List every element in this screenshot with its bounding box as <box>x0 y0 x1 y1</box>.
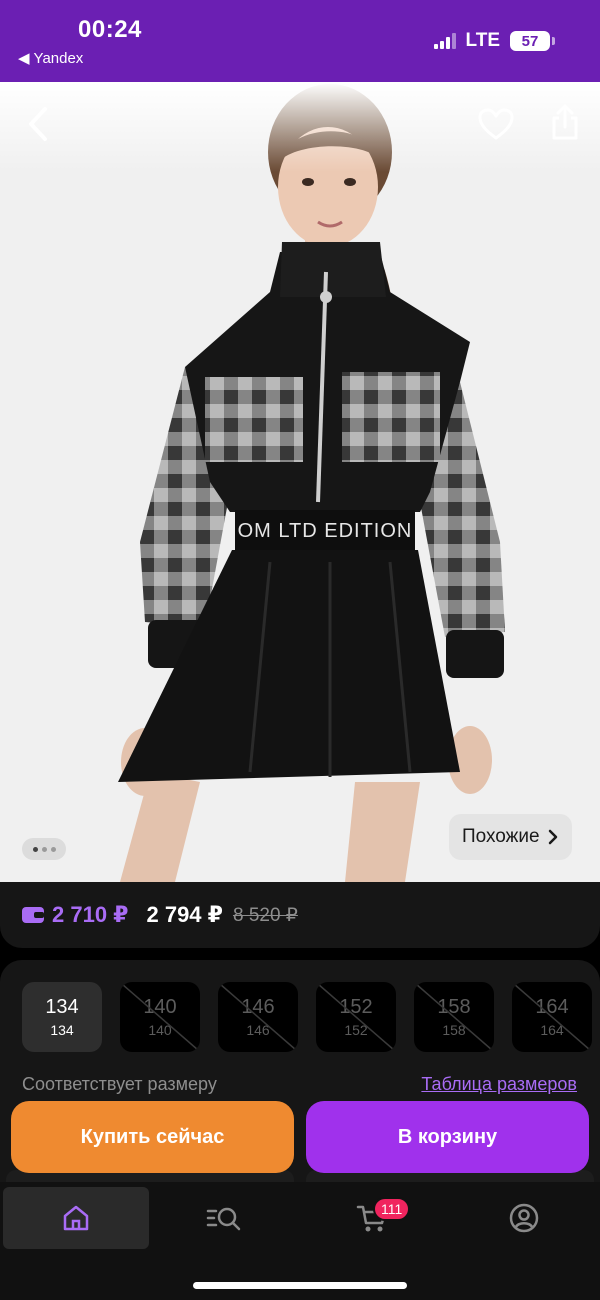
tab-catalog[interactable] <box>151 1187 297 1249</box>
network-label: LTE <box>465 30 500 51</box>
profile-icon <box>509 1203 539 1233</box>
buy-now-button[interactable]: Купить сейчас <box>11 1101 294 1173</box>
size-option-unavailable[interactable]: 152 152 <box>316 982 396 1052</box>
battery-level: 57 <box>521 32 539 50</box>
size-table-link[interactable]: Таблица размеров <box>421 1074 577 1095</box>
back-to-app-link[interactable]: ◀ Yandex <box>18 49 84 68</box>
catalog-search-icon <box>206 1207 241 1231</box>
strike-through-icon <box>219 983 297 1051</box>
add-to-cart-button[interactable]: В корзину <box>306 1101 589 1173</box>
back-button[interactable] <box>18 104 58 144</box>
similar-products-button[interactable]: Похожие <box>449 814 572 860</box>
tab-home[interactable] <box>3 1187 149 1249</box>
battery-icon: 57 <box>510 31 555 51</box>
favorite-button[interactable] <box>476 104 516 144</box>
home-icon <box>63 1205 89 1231</box>
status-bar: 00:24 ◀ Yandex LTE 57 <box>0 0 600 82</box>
status-time: 00:24 <box>78 16 142 43</box>
chevron-right-icon <box>548 829 557 845</box>
pagination-dot-active <box>32 846 38 852</box>
size-value: 134 <box>45 996 79 1018</box>
size-option-unavailable[interactable]: 140 140 <box>120 982 200 1052</box>
strike-through-icon <box>415 983 493 1051</box>
size-height: 134 <box>50 1022 74 1038</box>
similar-label: Похожие <box>462 826 540 847</box>
size-option-unavailable[interactable]: 158 158 <box>414 982 494 1052</box>
strike-through-icon <box>513 983 591 1051</box>
gallery-pagination <box>22 838 66 860</box>
size-option[interactable]: 134 134 <box>22 982 102 1052</box>
size-list: 134 134 140 140 146 146 152 152 158 158 … <box>22 982 592 1052</box>
product-photo: OM LTD EDITION <box>0 82 600 882</box>
signal-icon <box>433 33 456 49</box>
share-icon <box>552 104 578 140</box>
pagination-dot <box>41 846 47 852</box>
tab-profile[interactable] <box>451 1187 597 1249</box>
home-indicator[interactable] <box>193 1282 407 1289</box>
chevron-left-icon <box>29 107 47 141</box>
card-price: 2 710 ₽ <box>52 902 129 927</box>
cart-badge: 111 <box>373 1197 411 1221</box>
size-option-unavailable[interactable]: 164 164 <box>512 982 592 1052</box>
back-app-label: Yandex <box>33 49 84 67</box>
share-button[interactable] <box>545 102 585 142</box>
tab-cart[interactable]: 111 <box>299 1187 445 1249</box>
old-price: 8 520 ₽ <box>232 904 298 926</box>
size-fit-text: Соответствует размеру <box>22 1074 217 1094</box>
wallet-icon <box>22 907 44 923</box>
strike-through-icon <box>317 983 395 1051</box>
price-block: 2 710 ₽ 2 794 ₽ 8 520 ₽ <box>0 882 600 948</box>
heart-icon <box>478 108 514 140</box>
strike-through-icon <box>121 983 199 1051</box>
product-gallery[interactable]: OM LTD EDITION Похожие <box>0 82 600 882</box>
current-price: 2 794 ₽ <box>146 902 223 927</box>
waistband-text: OM LTD EDITION <box>238 520 413 542</box>
size-option-unavailable[interactable]: 146 146 <box>218 982 298 1052</box>
pagination-dot <box>50 846 56 852</box>
back-triangle-icon: ◀ <box>18 50 30 67</box>
